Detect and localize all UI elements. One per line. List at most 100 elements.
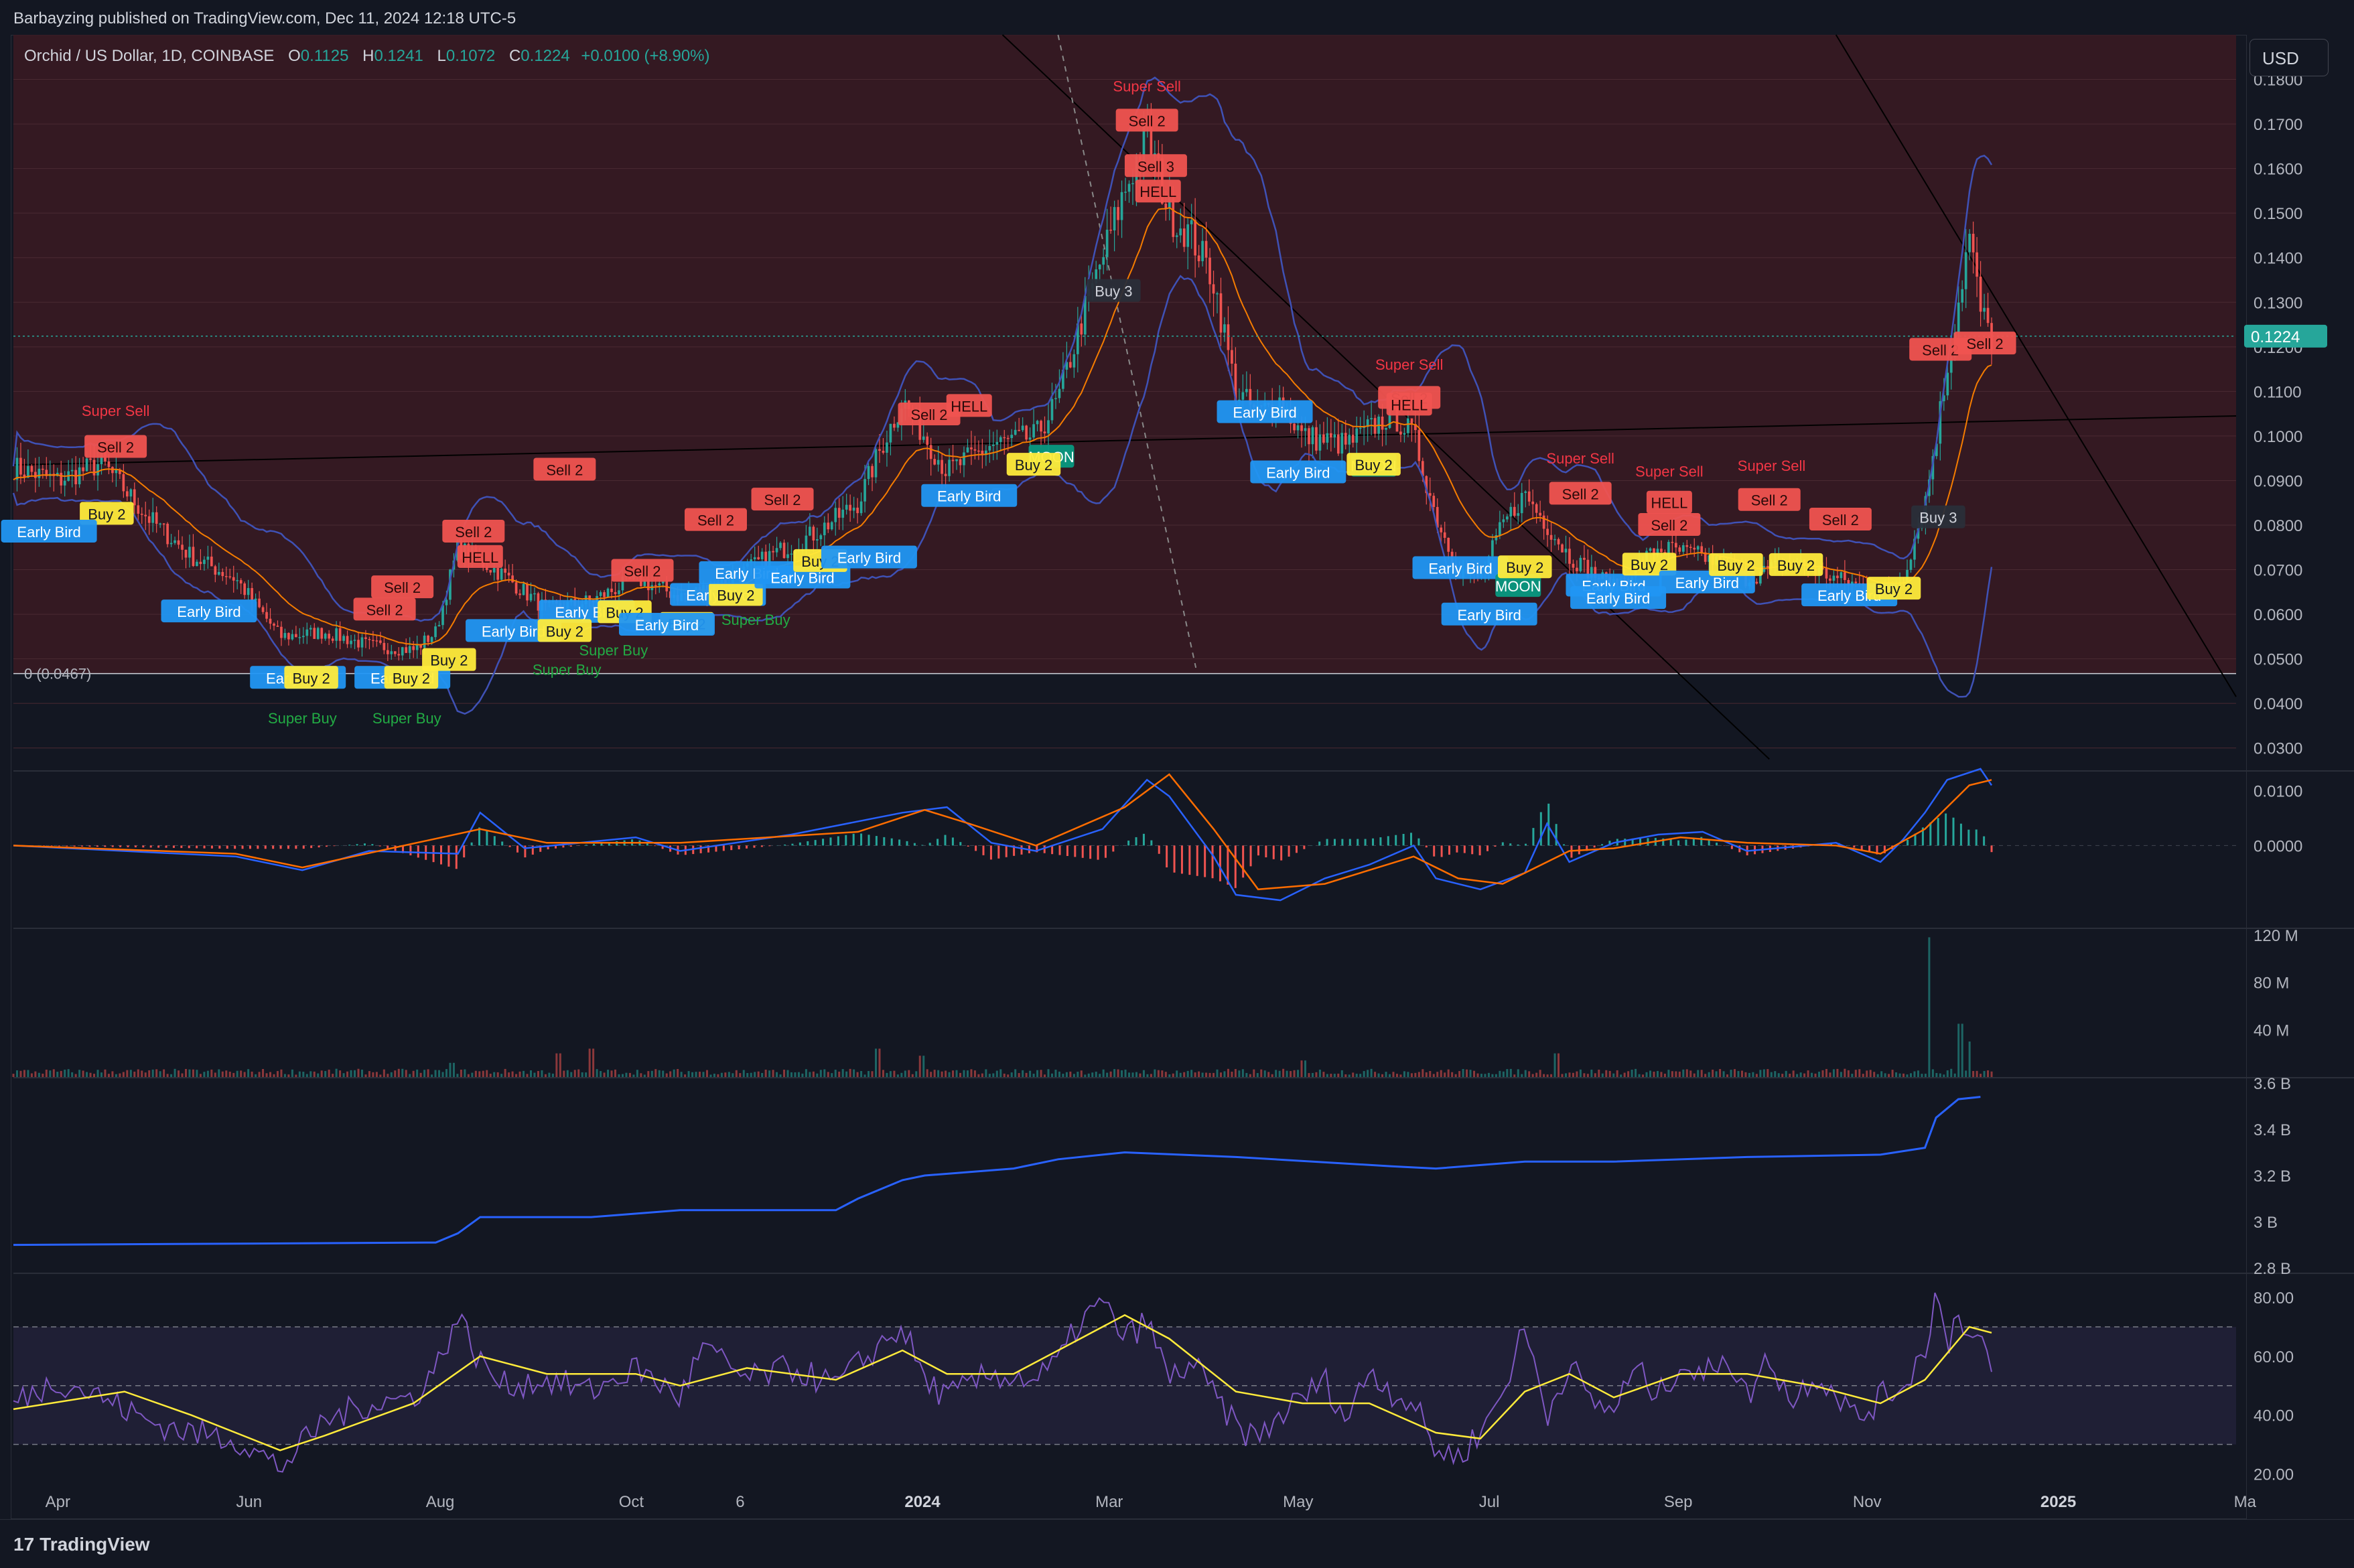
candle-body (779, 543, 782, 549)
rsi-tick-label: 80.00 (2254, 1289, 2294, 1307)
volume-bar (82, 1070, 84, 1077)
volume-bar (603, 1072, 606, 1077)
candle-body (169, 543, 173, 545)
volume-bar (1715, 1071, 1718, 1077)
volume-bar (1084, 1074, 1087, 1077)
volume-bar (1586, 1074, 1589, 1077)
chart-canvas[interactable]: 0.18000.17000.16000.15000.14000.13000.12… (0, 0, 2354, 1567)
candle-body (1564, 549, 1568, 553)
candle-body (280, 626, 283, 638)
volume-bar (38, 1072, 40, 1077)
signal-text-label: Super Sell (1635, 463, 1704, 480)
signal-label-text: Sell 2 (1967, 336, 2004, 352)
volume-bar (1649, 1070, 1652, 1077)
volume-bar (705, 1070, 708, 1077)
volume-bar (1462, 1068, 1464, 1077)
volume-bar (1700, 1070, 1703, 1077)
volume-bar (1484, 1074, 1486, 1077)
volume-bar (1054, 1070, 1057, 1077)
volume-bar (60, 1070, 62, 1077)
volume-bar (508, 1072, 510, 1077)
volume-bar (1198, 1071, 1200, 1077)
candle-body (1223, 324, 1226, 333)
candle-body (874, 449, 878, 478)
candle-body (1326, 433, 1329, 443)
volume-bar (551, 1073, 554, 1077)
volume-bar (1190, 1070, 1193, 1077)
volume-bar (247, 1069, 250, 1077)
volume-bar (1032, 1074, 1035, 1077)
volume-bar (49, 1070, 52, 1077)
volume-bar (1414, 1072, 1417, 1077)
volume-bar (1531, 1074, 1534, 1077)
volume-bar (933, 1070, 936, 1077)
volume-bar (735, 1070, 738, 1077)
volume-bar (732, 1073, 734, 1077)
volume-bar (515, 1074, 518, 1077)
candle-body (1032, 424, 1035, 438)
symbol-legend[interactable]: Orchid / US Dollar, 1D, COINBASE O0.1125… (24, 47, 710, 66)
volume-bar (1506, 1069, 1509, 1077)
volume-bar (1050, 1073, 1053, 1077)
candle-body (1660, 549, 1663, 553)
volume-bar (27, 1070, 29, 1077)
volume-bar (1660, 1072, 1663, 1077)
volume-bar (1616, 1070, 1618, 1077)
volume-bar (754, 1072, 756, 1077)
candle-body (933, 459, 936, 465)
volume-bar (1983, 1070, 1986, 1077)
volume-bar (1858, 1069, 1861, 1077)
candle-body (1491, 540, 1494, 557)
volume-bar (1876, 1074, 1879, 1077)
candle-body (1351, 435, 1355, 443)
volume-bar (30, 1073, 33, 1077)
volume-bar (196, 1070, 198, 1077)
candle-body (70, 470, 74, 472)
signal-label-text: Buy 2 (1506, 559, 1543, 576)
volume-bar (1249, 1074, 1251, 1077)
volume-bar (695, 1072, 697, 1077)
volume-bar (350, 1070, 352, 1077)
symbol-name[interactable]: Orchid / US Dollar, 1D, COINBASE (24, 47, 274, 65)
candle-body (753, 557, 756, 560)
volume-bar (159, 1071, 161, 1077)
volume-bar (709, 1074, 712, 1077)
candle-body (1308, 428, 1310, 445)
volume-bar (1799, 1072, 1802, 1077)
volume-bar (577, 1069, 580, 1077)
volume-bar (115, 1074, 117, 1077)
volume-bar (1605, 1070, 1608, 1077)
candle-body (1440, 527, 1443, 532)
candle-body (1028, 437, 1032, 440)
volume-bar (375, 1072, 378, 1077)
volume-bar (702, 1072, 705, 1077)
candle-body (1322, 434, 1325, 443)
time-axis-label: Sep (1664, 1493, 1693, 1511)
candle-body (1649, 548, 1652, 551)
volume-bar (500, 1074, 503, 1077)
volume-bar (1395, 1074, 1398, 1077)
volume-bar (298, 1071, 301, 1077)
volume-bar (34, 1071, 37, 1077)
candle-body (529, 593, 533, 601)
volume-bar (1238, 1070, 1241, 1077)
supply-tick-label: 3.4 B (2254, 1121, 2291, 1139)
candle-body (1370, 418, 1373, 420)
candle-body (1043, 431, 1046, 434)
candle-body (408, 646, 411, 653)
volume-bar (1594, 1073, 1596, 1077)
signal-text-label: Super Sell (1375, 356, 1444, 373)
volume-bar (1976, 1070, 1978, 1077)
volume-bar (295, 1074, 297, 1077)
candle-body (335, 628, 338, 641)
supply-tick-label: 3.2 B (2254, 1167, 2291, 1186)
volume-bar (206, 1070, 209, 1077)
tradingview-logo[interactable]: 17 TradingView (13, 1534, 150, 1555)
volume-bar (750, 1072, 752, 1077)
candle-body (1072, 354, 1076, 368)
candle-body (988, 445, 991, 451)
candle-body (1509, 506, 1513, 517)
volume-bar (1895, 1072, 1898, 1077)
currency-button[interactable]: USD (2249, 39, 2329, 76)
volume-bar (871, 1071, 874, 1077)
